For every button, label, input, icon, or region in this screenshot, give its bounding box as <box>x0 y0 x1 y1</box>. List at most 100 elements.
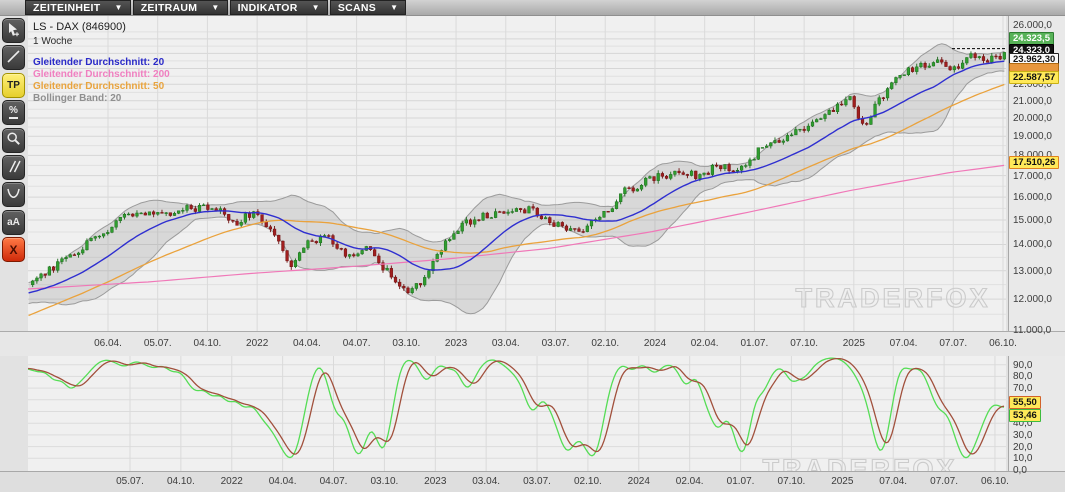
watermark: TRADERFOX <box>796 283 991 313</box>
time-axis-label: 01.07. <box>740 338 769 349</box>
target-price-tool-button[interactable]: TP <box>2 72 25 98</box>
chevron-down-icon: ▼ <box>114 3 123 12</box>
instrument-title: LS - DAX (846900) <box>33 21 126 33</box>
chevron-down-icon: ▼ <box>311 3 320 12</box>
percent-tool-button[interactable]: % <box>2 100 25 126</box>
time-axis-label: 02.10. <box>574 476 602 487</box>
close-tool-button[interactable]: X <box>2 237 25 263</box>
time-axis-label: 01.07. <box>726 476 755 487</box>
arc-tool-button[interactable] <box>2 182 25 208</box>
legend-item: Gleitender Durchschnitt: 200 <box>33 69 170 80</box>
time-axis-label: 06.10. <box>981 476 1009 487</box>
time-axis-label: 03.07. <box>541 338 570 349</box>
menu-zeitraum[interactable]: ZEITRAUM ▼ <box>132 0 228 15</box>
time-axis-label: 03.04. <box>491 338 520 349</box>
stochastic-fast-badge: 53,46 <box>1009 409 1041 422</box>
time-axis-label: 03.10. <box>370 476 399 487</box>
top-toolbar: ZEITEINHEIT ▼ ZEITRAUM ▼ INDIKATOR ▼ SCANS ▼ <box>0 0 1065 16</box>
time-axis-label: 04.07. <box>342 338 371 349</box>
menu-scans[interactable]: SCANS ▼ <box>329 0 407 15</box>
time-axis-label: 2023 <box>444 338 468 349</box>
menu-indikator[interactable]: INDIKATOR ▼ <box>229 0 328 15</box>
time-axis-label: 04.04. <box>268 476 297 487</box>
time-axis-label: 07.07. <box>930 476 958 487</box>
time-axis-label: 2025 <box>831 476 854 487</box>
time-axis-label: 04.10. <box>193 338 222 349</box>
price-axis-label: 16.000,0 <box>1013 192 1052 204</box>
ma200-value-badge: 17.510,26 <box>1009 156 1060 169</box>
price-axis-label: 17.000,0 <box>1013 170 1052 182</box>
trendline-tool-button[interactable] <box>2 45 25 71</box>
arc-icon <box>6 186 21 204</box>
indicator-legend: Gleitender Durchschnitt: 20 Gleitender Du… <box>33 57 170 105</box>
timeframe-label: 1 Woche <box>33 36 73 47</box>
time-axis-label: 2022 <box>246 338 269 349</box>
menu-label: ZEITEINHEIT <box>33 1 101 14</box>
zoom-tool-button[interactable] <box>2 127 25 153</box>
time-axis-label: 2024 <box>643 338 667 349</box>
time-axis-label: 02.04. <box>690 338 719 349</box>
price-axis-label: 13.000,0 <box>1013 265 1052 277</box>
time-axis-label: 06.10. <box>989 338 1017 349</box>
time-axis-label: 04.10. <box>166 476 195 487</box>
price-axis-label: 19.000,0 <box>1013 131 1052 143</box>
time-axis-label: 07.10. <box>777 476 806 487</box>
time-axis-label: 03.04. <box>472 476 501 487</box>
legend-item: Gleitender Durchschnitt: 50 <box>33 81 165 92</box>
chevron-down-icon: ▼ <box>390 3 399 12</box>
time-axis-label: 06.04. <box>94 338 122 349</box>
percent-icon: % <box>9 106 18 120</box>
text-size-label: aA <box>7 216 20 228</box>
close-label: X <box>9 242 18 257</box>
chevron-down-icon: ▼ <box>211 3 220 12</box>
menu-label: SCANS <box>337 1 377 14</box>
time-axis-label: 07.10. <box>790 338 818 349</box>
time-axis-label: 07.04. <box>889 338 918 349</box>
price-axis-label: 12.000,0 <box>1013 294 1052 306</box>
pointer-tool-button[interactable] <box>2 18 25 43</box>
trendline-icon <box>6 49 21 67</box>
time-axis-label: 02.04. <box>675 476 704 487</box>
oscillator-axis-label: 70,0 <box>1013 383 1033 395</box>
legend-item: Gleitender Durchschnitt: 20 <box>33 57 165 68</box>
bollinger-value-badge: 22.587,57 <box>1009 71 1060 84</box>
price-axis-label: 20.000,0 <box>1013 113 1052 125</box>
price-axis-label: 15.000,0 <box>1013 215 1052 227</box>
zoom-icon <box>6 131 21 149</box>
time-axis-label: 07.04. <box>879 476 908 487</box>
time-axis-label: 2022 <box>220 476 243 487</box>
price-axis-label: 14.000,0 <box>1013 239 1052 251</box>
time-axis-label: 04.07. <box>319 476 348 487</box>
trading-chart-app: TRADERFOX TRADERFOX ZEITEINHEIT ▼ ZEITRAUM ▼… <box>0 0 1065 492</box>
oscillator-axis-label: 20,0 <box>1013 441 1033 453</box>
stochastic-slow-badge: 55,50 <box>1009 396 1041 409</box>
oscillator-axis-label: 80,0 <box>1013 371 1033 383</box>
pointer-icon <box>6 22 21 40</box>
price-axis-label: 26.000,0 <box>1013 20 1052 31</box>
time-axis-label: 2023 <box>424 476 447 487</box>
menu-label: ZEITRAUM <box>140 1 198 14</box>
time-axis-label: 03.10. <box>392 338 421 349</box>
price-axis-label: 21.000,0 <box>1013 95 1052 107</box>
toolbar-menus: ZEITEINHEIT ▼ ZEITRAUM ▼ INDIKATOR ▼ SCANS ▼ <box>25 0 407 15</box>
time-axis-label: 07.07. <box>939 338 968 349</box>
legend-item: Bollinger Band: 20 <box>33 93 122 104</box>
target-price-label: TP <box>7 79 20 91</box>
menu-label: INDIKATOR <box>237 1 298 14</box>
parallel-lines-icon <box>6 159 21 177</box>
time-axis-label: 2024 <box>627 476 650 487</box>
time-axis-label: 2025 <box>842 338 865 349</box>
oscillator-axis-label: 0,0 <box>1013 465 1027 476</box>
text-size-tool-button[interactable]: aA <box>2 209 25 235</box>
price-axis-label: 11.000,0 <box>1013 325 1052 336</box>
time-axis-label: 02.10. <box>591 338 620 349</box>
time-axis-label: 03.07. <box>523 476 551 487</box>
time-axis-label: 04.04. <box>292 338 321 349</box>
oscillator-axis-label: 10,0 <box>1013 453 1033 465</box>
time-axis-label: 05.07. <box>116 476 144 487</box>
oscillator-axis-label: 30,0 <box>1013 429 1033 441</box>
parallel-lines-tool-button[interactable] <box>2 155 25 180</box>
oscillator-axis-label: 90,0 <box>1013 359 1033 371</box>
time-axis-label: 05.07. <box>143 338 172 349</box>
menu-zeiteinheit[interactable]: ZEITEINHEIT ▼ <box>25 0 131 15</box>
